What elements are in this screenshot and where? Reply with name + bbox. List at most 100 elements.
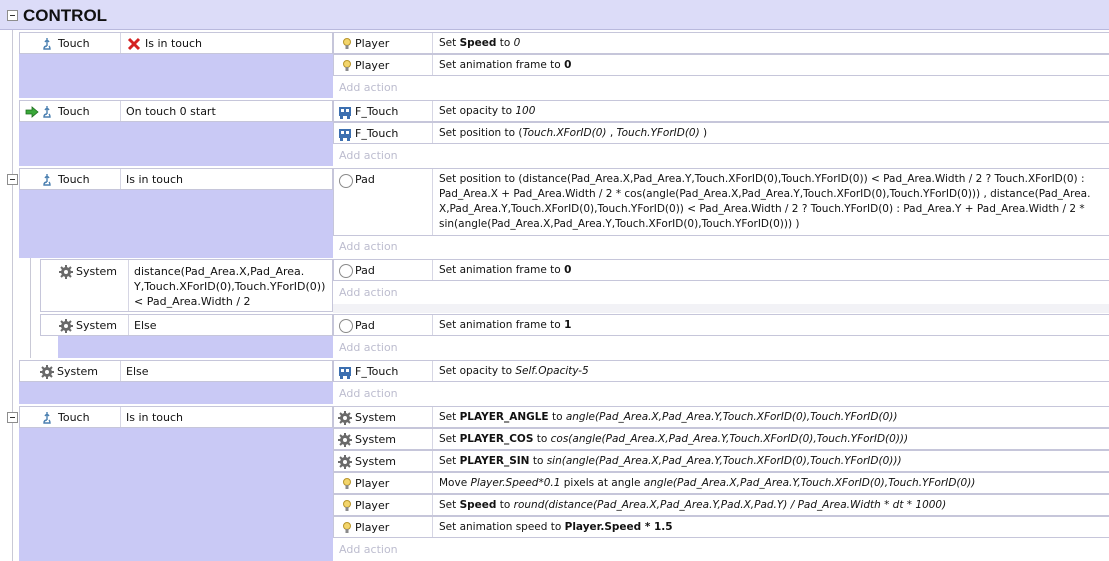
condition-text: Else	[126, 365, 149, 378]
action-object: Player	[355, 477, 390, 490]
add-action-row[interactable]: Add action	[333, 144, 1109, 166]
action-row[interactable]: System Set PLAYER_COS to cos(angle(Pad_A…	[333, 428, 1109, 450]
event-6[interactable]: System Else F_Touch Set opacity to Self.…	[19, 360, 1109, 404]
condition-row[interactable]: Touch On touch 0 start	[19, 100, 333, 122]
bulb-icon	[343, 60, 351, 71]
action-row[interactable]: Player Move Player.Speed*0.1 pixels at a…	[333, 472, 1109, 494]
add-action-row[interactable]: Add action	[333, 236, 1109, 258]
green-arrow-icon	[25, 106, 39, 118]
action-row[interactable]: F_Touch Set position to (Touch.XForID(0)…	[333, 122, 1109, 144]
action-text: Set animation frame to 0	[439, 59, 572, 71]
add-action-row[interactable]: Add action	[333, 336, 1109, 358]
condition-text: Is in touch	[145, 37, 203, 50]
event-7[interactable]: Touch Is in touch System Set PLAYER_ANGL…	[19, 406, 1109, 561]
circle-icon	[339, 319, 353, 333]
action-row[interactable]: Player Set Speed to 0	[333, 32, 1109, 54]
action-row[interactable]: Pad Set animation frame to 1	[333, 314, 1109, 336]
condition-row[interactable]: System Else	[40, 314, 333, 336]
action-object: Player	[355, 499, 390, 512]
action-row[interactable]: Pad Set animation frame to 0	[333, 259, 1109, 281]
add-action-link[interactable]: Add action	[339, 542, 398, 557]
add-action-link[interactable]: Add action	[339, 386, 398, 401]
sprite-icon	[339, 367, 351, 379]
bulb-icon	[343, 500, 351, 511]
condition-row[interactable]: System distance(Pad_Area.X,Pad_Area. Y,T…	[40, 259, 333, 312]
action-row[interactable]: System Set PLAYER_SIN to sin(angle(Pad_A…	[333, 450, 1109, 472]
action-text-line: Set position to (distance(Pad_Area.X,Pad…	[439, 173, 1085, 185]
condition-object: Touch	[58, 105, 90, 118]
touch-icon	[43, 174, 51, 186]
action-object: Pad	[355, 319, 375, 332]
bulb-icon	[343, 522, 351, 533]
condition-text-line: distance(Pad_Area.X,Pad_Area.	[134, 265, 305, 278]
action-row[interactable]: Pad Set position to (distance(Pad_Area.X…	[333, 168, 1109, 236]
event-collapse-toggle[interactable]	[7, 174, 18, 185]
action-object: Pad	[355, 264, 375, 277]
add-action-link[interactable]: Add action	[339, 148, 398, 163]
event-collapse-toggle[interactable]	[7, 412, 18, 423]
event-2[interactable]: Touch On touch 0 start F_Touch Set opaci…	[19, 100, 1109, 166]
condition-text: Is in touch	[126, 411, 184, 424]
add-action-row[interactable]: Add action	[333, 538, 1109, 561]
action-object: F_Touch	[355, 365, 399, 378]
action-row[interactable]: Player Set animation speed to Player.Spe…	[333, 516, 1109, 538]
action-text-line: sin(angle(Pad_Area.X,Pad_Area.Y,Touch.XF…	[439, 218, 800, 230]
event-lane[interactable]	[58, 336, 333, 358]
touch-icon	[43, 106, 51, 118]
action-row[interactable]: F_Touch Set opacity to Self.Opacity-5	[333, 360, 1109, 382]
event-5[interactable]: System Else Pad Set animation frame to 1…	[40, 314, 1109, 358]
group-header[interactable]	[0, 0, 1109, 30]
action-row[interactable]: Player Set animation frame to 0	[333, 54, 1109, 76]
condition-row[interactable]: System Else	[19, 360, 333, 382]
column-divider	[120, 101, 121, 121]
add-action-row[interactable]: Add action	[333, 382, 1109, 404]
action-text: Set opacity to 100	[439, 105, 536, 117]
add-action-link[interactable]: Add action	[339, 239, 398, 254]
column-divider	[120, 169, 121, 189]
add-action-row[interactable]: Add action	[333, 76, 1109, 98]
condition-object: System	[76, 265, 118, 278]
action-object: Player	[355, 37, 390, 50]
action-text: Set animation frame to 0	[439, 264, 572, 276]
condition-object: System	[57, 365, 99, 378]
event-3[interactable]: Touch Is in touch Pad Set position to (d…	[19, 168, 1109, 258]
action-row[interactable]: Player Set Speed to round(distance(Pad_A…	[333, 494, 1109, 516]
add-action-link[interactable]: Add action	[339, 340, 398, 355]
column-divider	[432, 315, 433, 335]
column-divider	[432, 517, 433, 537]
group-title: CONTROL	[23, 6, 108, 25]
action-text: Set PLAYER_COS to cos(angle(Pad_Area.X,P…	[439, 433, 909, 445]
group-collapse-toggle[interactable]	[7, 10, 18, 21]
action-row[interactable]: System Set PLAYER_ANGLE to angle(Pad_Are…	[333, 406, 1109, 428]
add-action-row[interactable]: Add action	[333, 281, 1109, 303]
action-object: Player	[355, 59, 390, 72]
event-lane[interactable]	[19, 406, 333, 561]
action-object: System	[355, 411, 397, 424]
add-action-link[interactable]: Add action	[339, 80, 398, 95]
condition-text-line: < Pad_Area.Width / 2	[134, 295, 251, 308]
column-divider	[432, 123, 433, 143]
action-object: System	[355, 433, 397, 446]
condition-object: Touch	[58, 37, 90, 50]
action-text: Set Speed to 0	[439, 37, 521, 49]
sprite-icon	[339, 107, 351, 119]
condition-row[interactable]: Touch Is in touch	[19, 168, 333, 190]
action-object: System	[355, 455, 397, 468]
column-divider	[120, 361, 121, 381]
column-divider	[120, 33, 121, 53]
gear-icon	[338, 455, 352, 469]
add-action-link[interactable]: Add action	[339, 285, 398, 300]
gear-icon	[338, 433, 352, 447]
circle-icon	[339, 264, 353, 278]
column-divider	[120, 407, 121, 427]
action-row[interactable]: F_Touch Set opacity to 100	[333, 100, 1109, 122]
gear-icon	[40, 365, 54, 379]
column-divider	[128, 315, 129, 335]
condition-row[interactable]: Touch Is in touch	[19, 406, 333, 428]
touch-icon	[43, 38, 51, 50]
condition-row[interactable]: Touch Is in touch	[19, 32, 333, 54]
gear-icon	[338, 411, 352, 425]
column-divider	[432, 260, 433, 280]
action-object: F_Touch	[355, 105, 399, 118]
event-1[interactable]: Touch Is in touch Player Set Speed to 0 …	[19, 32, 1109, 98]
